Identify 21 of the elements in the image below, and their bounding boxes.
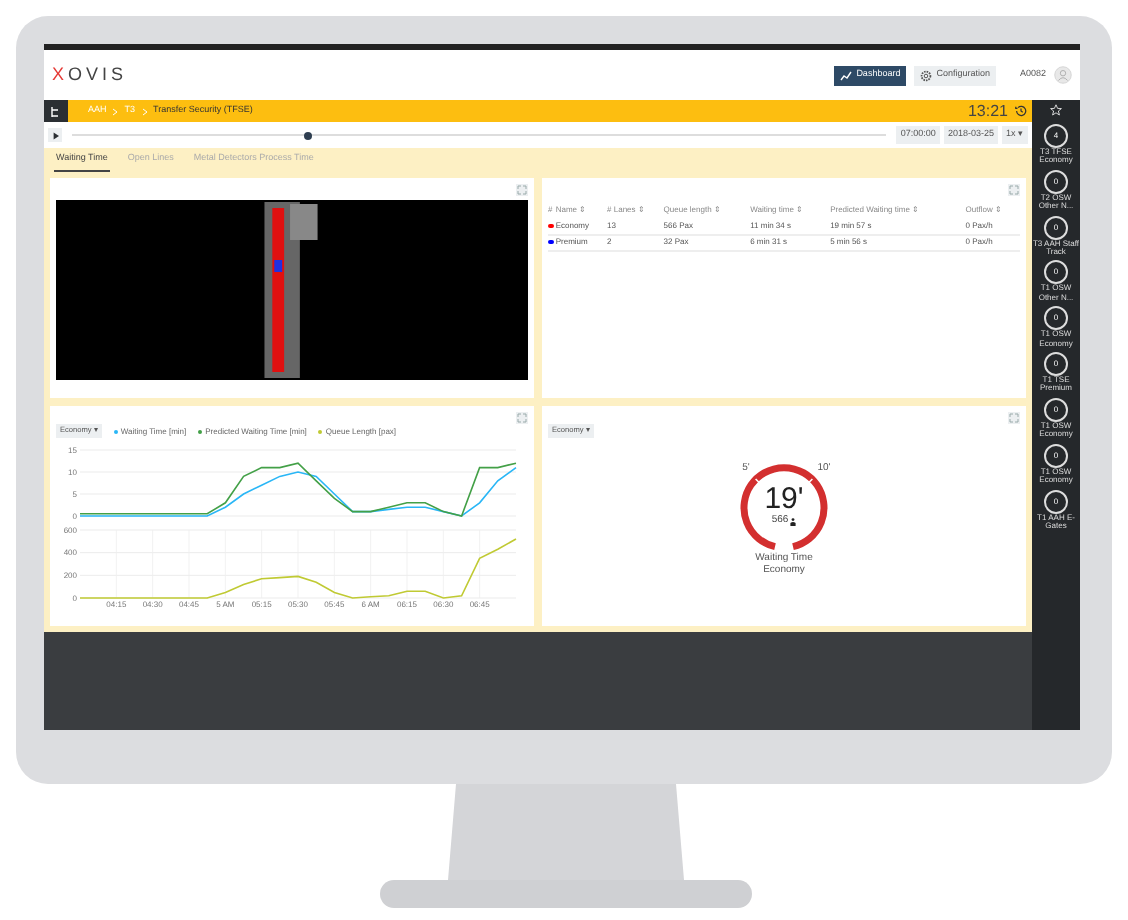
history-icon — [1014, 104, 1028, 118]
tree-icon — [50, 105, 62, 117]
expand-icon — [516, 184, 528, 196]
expand-icon — [516, 412, 528, 424]
tree-button[interactable] — [44, 100, 68, 122]
gauge-value: 19' — [764, 484, 804, 514]
gear-icon — [920, 69, 933, 81]
gauge-arc — [740, 464, 828, 550]
chevron-icon — [112, 107, 119, 115]
person-icon — [790, 517, 797, 526]
play-icon — [51, 131, 59, 139]
expand-icon — [1008, 412, 1020, 424]
logo: X OVIS — [52, 61, 128, 88]
chart-icon — [840, 69, 853, 81]
clock-time: 13:21 — [967, 99, 1008, 123]
star-icon — [1050, 104, 1062, 116]
expand-icon — [1008, 184, 1020, 196]
timeline-handle[interactable] — [304, 131, 313, 139]
user-avatar-icon — [1054, 66, 1072, 84]
chevron-icon — [141, 107, 148, 115]
play-button[interactable] — [48, 128, 62, 142]
